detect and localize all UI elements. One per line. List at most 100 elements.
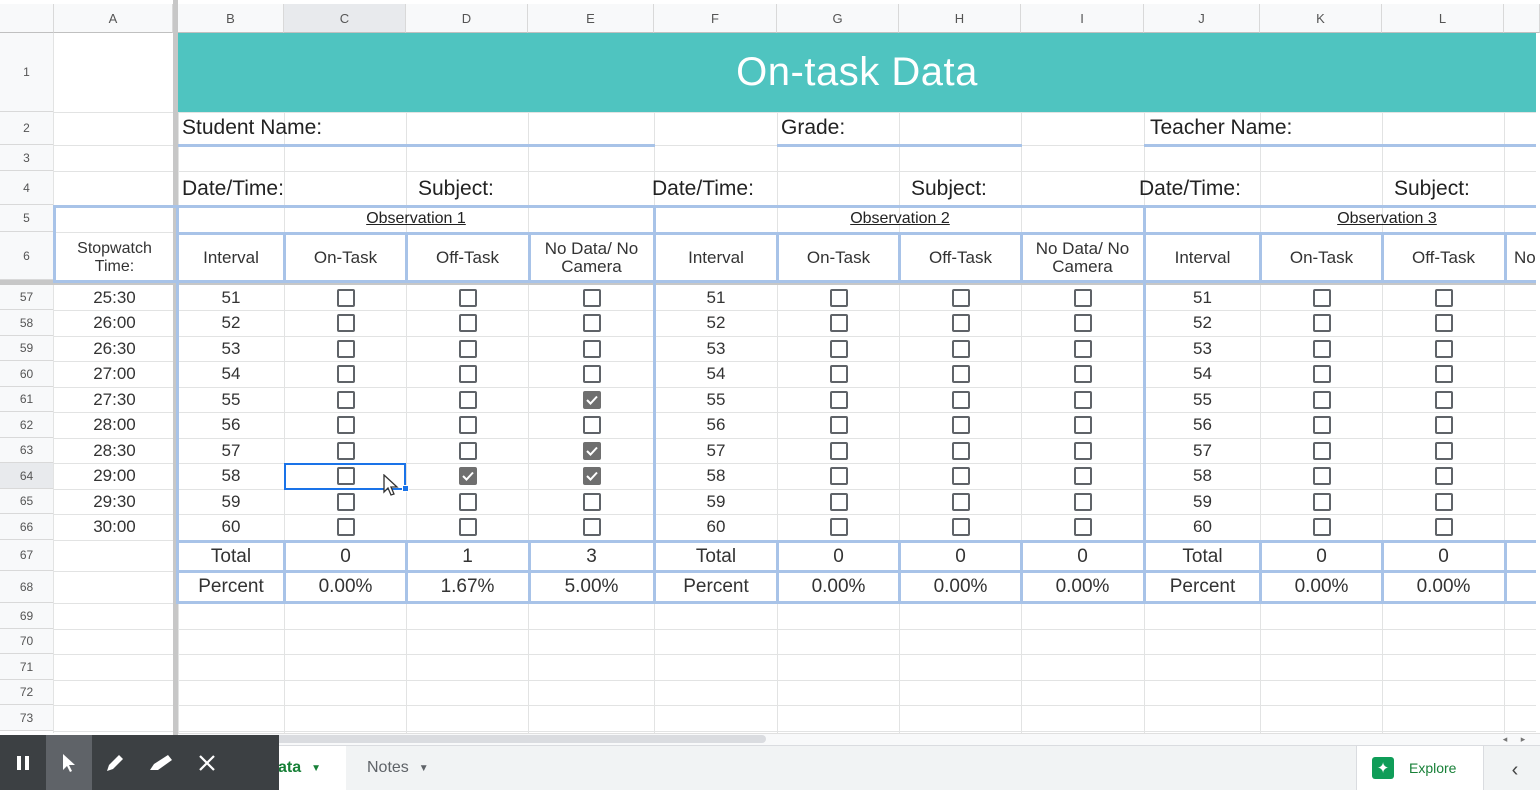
stopwatch-time-cell[interactable]: 25:30 [56, 285, 173, 310]
obs3-interval-cell[interactable]: 52 [1146, 310, 1259, 336]
checkbox-unchecked[interactable] [1434, 339, 1453, 358]
obs1-interval-cell[interactable]: 55 [179, 387, 283, 412]
sheet-tab-data-dropdown-icon[interactable]: ▼ [311, 763, 321, 774]
row-header-5[interactable]: 5 [0, 205, 54, 232]
checkbox-unchecked[interactable] [1073, 416, 1092, 434]
obs3-off-task-percent[interactable]: 0.00% [1383, 573, 1504, 601]
scroll-left-icon[interactable]: ◂ [1498, 733, 1512, 745]
checkbox-unchecked[interactable] [458, 339, 477, 358]
checkbox-unchecked[interactable] [336, 390, 355, 409]
column-header-k[interactable]: K [1260, 4, 1382, 33]
checkbox-unchecked[interactable] [829, 288, 848, 307]
obs1-off-task-percent[interactable]: 1.67% [407, 573, 528, 601]
stopwatch-time-cell[interactable]: 29:00 [56, 463, 173, 489]
stopwatch-time-cell[interactable]: 29:30 [56, 489, 173, 514]
column-header-h[interactable]: H [899, 4, 1021, 33]
checkbox-unchecked[interactable] [829, 365, 848, 383]
column-header-i[interactable]: I [1021, 4, 1144, 33]
checkbox-checked[interactable] [582, 390, 601, 409]
checkbox-unchecked[interactable] [951, 467, 970, 485]
checkbox-checked[interactable] [582, 467, 601, 485]
row-header-59[interactable]: 59 [0, 336, 54, 361]
checkbox-unchecked[interactable] [458, 441, 477, 460]
column-header-j[interactable]: J [1144, 4, 1260, 33]
obs1-on-task-percent[interactable]: 0.00% [285, 573, 406, 601]
checkbox-unchecked[interactable] [1434, 288, 1453, 307]
pointer-tool-icon[interactable] [46, 735, 92, 790]
obs3-interval-cell[interactable]: 54 [1146, 361, 1259, 387]
checkbox-unchecked[interactable] [1312, 288, 1331, 307]
checkbox-unchecked[interactable] [1073, 518, 1092, 536]
obs2-interval-cell[interactable]: 60 [656, 514, 776, 540]
checkbox-unchecked[interactable] [582, 365, 601, 383]
checkbox-unchecked[interactable] [951, 314, 970, 332]
row-header-4[interactable]: 4 [0, 171, 54, 205]
column-header-e[interactable]: E [528, 4, 654, 33]
column-header-m[interactable] [1504, 4, 1540, 33]
checkbox-unchecked[interactable] [1073, 492, 1092, 511]
checkbox-unchecked[interactable] [582, 492, 601, 511]
row-header-70[interactable]: 70 [0, 629, 54, 654]
collapse-side-panel-icon[interactable]: ‹ [1500, 752, 1530, 788]
select-all-corner[interactable] [0, 4, 54, 33]
checkbox-unchecked[interactable] [458, 390, 477, 409]
checkbox-unchecked[interactable] [1073, 314, 1092, 332]
row-header-3[interactable]: 3 [0, 145, 54, 171]
checkbox-unchecked[interactable] [829, 467, 848, 485]
checkbox-unchecked[interactable] [336, 492, 355, 511]
row-header-65[interactable]: 65 [0, 489, 54, 514]
obs1-on-task-total[interactable]: 0 [285, 543, 406, 570]
checkbox-unchecked[interactable] [1434, 492, 1453, 511]
obs2-interval-cell[interactable]: 59 [656, 489, 776, 514]
checkbox-unchecked[interactable] [1434, 390, 1453, 409]
checkbox-unchecked[interactable] [336, 339, 355, 358]
checkbox-unchecked[interactable] [1434, 314, 1453, 332]
checkbox-unchecked[interactable] [1434, 518, 1453, 536]
checkbox-unchecked[interactable] [1312, 467, 1331, 485]
obs2-interval-cell[interactable]: 51 [656, 285, 776, 310]
obs3-interval-cell[interactable]: 53 [1146, 336, 1259, 361]
checkbox-unchecked[interactable] [1434, 467, 1453, 485]
checkbox-unchecked[interactable] [458, 365, 477, 383]
checkbox-unchecked[interactable] [1312, 314, 1331, 332]
row-header-72[interactable]: 72 [0, 680, 54, 705]
checkbox-unchecked[interactable] [1073, 441, 1092, 460]
obs2-off-task-percent[interactable]: 0.00% [900, 573, 1021, 601]
checkbox-unchecked[interactable] [336, 365, 355, 383]
scroll-right-icon[interactable]: ▸ [1516, 733, 1530, 745]
checkbox-unchecked[interactable] [1073, 288, 1092, 307]
obs2-no-data-percent[interactable]: 0.00% [1022, 573, 1143, 601]
column-header-d[interactable]: D [406, 4, 528, 33]
checkbox-unchecked[interactable] [582, 314, 601, 332]
sheet-tab-data[interactable]: ata ▼ [270, 746, 346, 790]
obs2-interval-cell[interactable]: 52 [656, 310, 776, 336]
obs3-off-task-total[interactable]: 0 [1383, 543, 1504, 570]
obs1-interval-cell[interactable]: 56 [179, 412, 283, 438]
row-header-61[interactable]: 61 [0, 387, 54, 412]
obs3-interval-cell[interactable]: 57 [1146, 438, 1259, 463]
checkbox-unchecked[interactable] [1312, 492, 1331, 511]
obs3-on-task-percent[interactable]: 0.00% [1261, 573, 1382, 601]
column-header-c[interactable]: C [284, 4, 406, 33]
checkbox-unchecked[interactable] [1073, 467, 1092, 485]
checkbox-unchecked[interactable] [1073, 390, 1092, 409]
stopwatch-time-cell[interactable]: 27:00 [56, 361, 173, 387]
obs2-interval-cell[interactable]: 55 [656, 387, 776, 412]
checkbox-unchecked[interactable] [829, 518, 848, 536]
obs3-interval-cell[interactable]: 56 [1146, 412, 1259, 438]
checkbox-unchecked[interactable] [336, 416, 355, 434]
checkbox-unchecked[interactable] [458, 518, 477, 536]
checkbox-unchecked[interactable] [829, 339, 848, 358]
checkbox-unchecked[interactable] [829, 416, 848, 434]
checkbox-unchecked[interactable] [951, 339, 970, 358]
checkbox-unchecked[interactable] [1434, 416, 1453, 434]
checkbox-unchecked[interactable] [1312, 416, 1331, 434]
obs2-off-task-total[interactable]: 0 [900, 543, 1021, 570]
row-header-69[interactable]: 69 [0, 603, 54, 629]
obs1-interval-cell[interactable]: 54 [179, 361, 283, 387]
checkbox-unchecked[interactable] [1434, 365, 1453, 383]
obs2-on-task-percent[interactable]: 0.00% [778, 573, 899, 601]
row-header-58[interactable]: 58 [0, 310, 54, 336]
stopwatch-time-cell[interactable]: 26:00 [56, 310, 173, 336]
checkbox-unchecked[interactable] [951, 492, 970, 511]
